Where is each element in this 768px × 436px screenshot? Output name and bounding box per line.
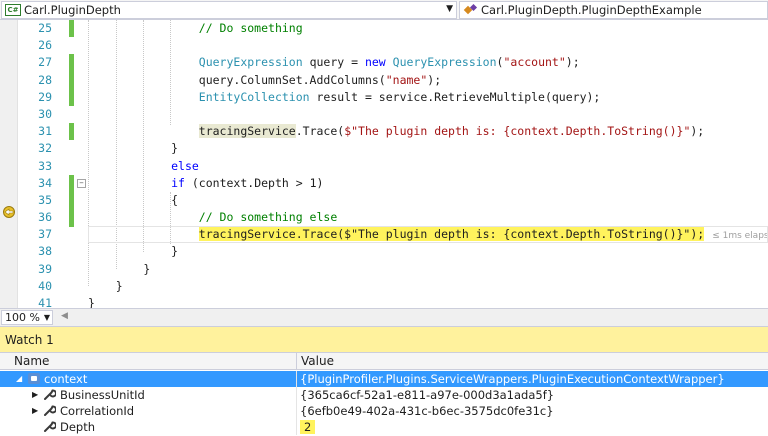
line-number: 30: [38, 106, 52, 121]
navigation-bar: C# Carl.PluginDepth ▼ Carl.PluginDepth.P…: [0, 0, 768, 20]
perftip-elapsed[interactable]: ≤ 1ms elapsed: [712, 231, 768, 241]
name-column-header[interactable]: Name: [14, 354, 49, 368]
code-line: query.ColumnSet.AddColumns("name");: [198, 72, 442, 87]
collapsed-triangle-icon[interactable]: ▶: [32, 387, 38, 403]
changed-value: 2: [300, 420, 316, 434]
code-line: {: [171, 192, 179, 207]
line-number: 35: [38, 192, 52, 207]
line-number: 33: [38, 158, 52, 173]
watch-name: context: [44, 372, 88, 386]
indicator-margin[interactable]: [0, 20, 18, 308]
comment-text: // Do something else: [198, 210, 338, 225]
code-line: tracingService.Trace($"The plugin depth …: [198, 124, 705, 139]
line-number: 39: [38, 261, 52, 276]
value-column-header[interactable]: Value: [301, 354, 334, 368]
visual-studio-window: { "navbar": { "project_combo": "Carl.Plu…: [0, 0, 768, 436]
code-line: EntityCollection result = service.Retrie…: [198, 89, 601, 104]
zoom-dropdown[interactable]: 100 % ▼: [1, 310, 53, 325]
project-dropdown[interactable]: C# Carl.PluginDepth ▼: [1, 1, 457, 19]
member-dropdown-label: Carl.PluginDepth.PluginDepthExample: [481, 3, 702, 17]
code-line: }: [143, 261, 151, 276]
watch-row[interactable]: ▶ BusinessUnitId {365ca6cf-52a1-e811-a97…: [0, 387, 768, 403]
code-line: }: [115, 278, 123, 293]
chevron-down-icon: ▼: [43, 313, 50, 322]
line-number: 38: [38, 244, 52, 259]
watch-column-headers: Name Value: [0, 352, 768, 370]
line-number: 28: [38, 72, 52, 87]
line-number: 32: [38, 141, 52, 156]
zoom-level: 100 %: [5, 311, 40, 324]
change-indicator: [69, 123, 74, 140]
expanded-triangle-icon[interactable]: ◢: [16, 371, 22, 387]
collapse-icon[interactable]: –: [77, 179, 86, 188]
watch-value: {6efb0e49-402a-431c-b6ec-3575dc0fe31c}: [300, 404, 554, 418]
code-line: QueryExpression query = new QueryExpress…: [198, 55, 580, 70]
collapsed-triangle-icon[interactable]: ▶: [32, 403, 38, 419]
change-indicator: [69, 175, 74, 227]
current-execution-line: tracingService.Trace($"The plugin depth …: [88, 226, 768, 244]
watch-window-title[interactable]: Watch 1: [0, 326, 768, 352]
chevron-down-icon: ▼: [446, 4, 453, 14]
class-icon: [463, 3, 478, 16]
line-number: 25: [38, 21, 52, 35]
watch-value: {365ca6cf-52a1-e811-a97e-000d3a1ada5f}: [300, 388, 555, 402]
execution-highlight: tracingService.Trace($"The plugin depth …: [198, 227, 705, 242]
watch-name: Depth: [60, 420, 96, 434]
scroll-left-icon[interactable]: ◀: [61, 311, 68, 321]
watch-row[interactable]: ◢ context {PluginProfiler.Plugins.Servic…: [0, 371, 768, 387]
csharp-project-icon: C#: [5, 4, 21, 16]
change-indicator: [69, 20, 74, 37]
object-icon: [28, 373, 40, 384]
code-area[interactable]: // Do something QueryExpression query = …: [88, 20, 768, 329]
current-statement-arrow-icon: [3, 206, 15, 218]
line-number: 36: [38, 210, 52, 225]
code-line: }: [171, 244, 179, 259]
watch-name: CorrelationId: [60, 404, 135, 418]
property-wrench-icon: [44, 405, 56, 416]
member-dropdown[interactable]: Carl.PluginDepth.PluginDepthExample: [459, 1, 768, 19]
line-number: 29: [38, 89, 52, 104]
line-number: 34: [38, 175, 52, 190]
code-line: }: [171, 141, 179, 156]
watch-row[interactable]: Depth 2: [0, 419, 768, 435]
property-wrench-icon: [44, 389, 56, 400]
editor-status-strip: 100 % ▼ ◀: [0, 308, 768, 326]
column-divider[interactable]: [296, 353, 297, 370]
code-line: if (context.Depth > 1): [171, 175, 324, 190]
project-dropdown-label: Carl.PluginDepth: [24, 3, 121, 17]
line-number: 37: [38, 227, 52, 242]
line-number-gutter: 25 26 27 28 29 30 31 32 33 34 35 36 37 3…: [18, 20, 58, 329]
property-wrench-icon: [44, 421, 56, 432]
reference-highlight: tracingService: [198, 124, 296, 139]
line-number: 31: [38, 124, 52, 139]
code-line: else: [171, 158, 199, 173]
code-line: // Do something else: [88, 209, 768, 226]
watch-row[interactable]: ▶ CorrelationId {6efb0e49-402a-431c-b6ec…: [0, 403, 768, 419]
comment-text: // Do something: [198, 21, 303, 35]
line-number: 40: [38, 278, 52, 293]
code-editor[interactable]: 25 26 27 28 29 30 31 32 33 34 35 36 37 3…: [0, 20, 768, 327]
code-line: // Do something: [88, 20, 768, 37]
watch-name: BusinessUnitId: [60, 388, 145, 402]
change-indicator: [69, 54, 74, 106]
line-number: 27: [38, 55, 52, 70]
line-number: 26: [38, 38, 52, 53]
watch-value: {PluginProfiler.Plugins.ServiceWrappers.…: [300, 372, 725, 386]
